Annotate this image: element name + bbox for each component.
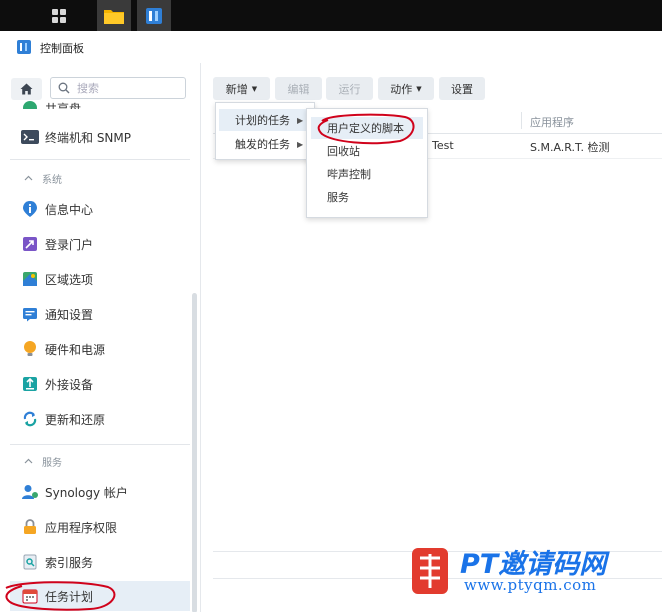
caret-down-icon: ▼: [251, 84, 258, 93]
info-icon: [21, 200, 39, 218]
control-panel-icon: [17, 40, 31, 54]
sidebar-item-regional[interactable]: 区域选项: [10, 264, 190, 294]
settings-label: 设置: [451, 82, 473, 96]
sidebar-item-label: 共享盘: [45, 102, 82, 109]
menu-item-label: 哔声控制: [327, 168, 371, 181]
watermark-url: www.ptyqm.com: [464, 576, 597, 594]
task-app-cell: S.M.A.R.T. 检测: [530, 141, 610, 154]
sidebar-item-terminal[interactable]: 终端机和 SNMP: [10, 122, 190, 152]
control-panel-taskbar-button[interactable]: [137, 0, 171, 31]
divider: [10, 159, 190, 160]
sidebar-item-label: 任务计划: [45, 589, 94, 604]
chevron-right-icon: ▶: [297, 115, 304, 125]
sidebar-item-indexing[interactable]: 索引服务: [10, 547, 190, 577]
home-button[interactable]: [11, 78, 42, 100]
run-label: 运行: [338, 82, 361, 96]
action-label: 动作: [390, 82, 413, 96]
calendar-icon: [21, 587, 39, 605]
window-title: 控制面板: [40, 42, 84, 55]
task-name-cell: . Test: [425, 139, 454, 152]
watermark: PT邀请码网 www.ptyqm.com: [404, 538, 662, 612]
menu-item-user-defined-script[interactable]: 用户定义的脚本: [311, 117, 423, 139]
sidebar-item-label: 登录门户: [45, 237, 94, 252]
menu-item-label: 触发的任务: [235, 138, 290, 151]
region-icon: [21, 270, 39, 288]
menu-item-beep-control[interactable]: 哔声控制: [311, 163, 423, 185]
section-label: 系统: [42, 174, 62, 186]
menu-item-label: 服务: [327, 191, 349, 204]
sidebar-item-label: 通知设置: [45, 307, 94, 322]
grid-icon: [52, 8, 66, 23]
sidebar-item-hardware-power[interactable]: 硬件和电源: [10, 334, 190, 364]
folder-icon: [104, 9, 124, 24]
external-device-icon: [21, 375, 39, 393]
sidebar-item-app-privileges[interactable]: 应用程序权限: [10, 512, 190, 542]
sidebar-item-login-portal[interactable]: 登录门户: [10, 229, 190, 259]
file-station-button[interactable]: [97, 0, 131, 31]
sidebar-item-info-center[interactable]: 信息中心: [10, 194, 190, 224]
index-icon: [21, 553, 39, 571]
menu-item-service[interactable]: 服务: [311, 186, 423, 208]
chevron-right-icon: ▶: [297, 139, 304, 149]
sidebar-item-label: Synology 帐户: [45, 485, 128, 500]
sidebar-scrollbar[interactable]: [192, 293, 197, 612]
watermark-logo: [412, 548, 448, 594]
edit-label: 编辑: [287, 82, 310, 96]
taskbar: [0, 0, 662, 31]
main-menu-button[interactable]: [40, 0, 78, 31]
chevron-up-icon: [24, 175, 33, 181]
sidebar-item-label: 区域选项: [45, 272, 94, 287]
sidebar-item-label: 应用程序权限: [45, 520, 118, 535]
sidebar-item-label: 更新和还原: [45, 412, 106, 427]
section-label: 服务: [42, 457, 62, 469]
action-button[interactable]: 动作 ▼: [378, 77, 434, 100]
lock-icon: [21, 518, 39, 536]
section-header-services[interactable]: 服务: [10, 450, 190, 472]
sidebar-item-label: 硬件和电源: [45, 342, 106, 357]
menu-item-recycle-bin[interactable]: 回收站: [311, 140, 423, 162]
share-icon: [21, 99, 39, 109]
login-portal-icon: [21, 235, 39, 253]
menu-item-label: 用户定义的脚本: [327, 122, 404, 135]
create-menu: 计划的任务 ▶ 触发的任务 ▶: [215, 102, 315, 160]
menu-item-triggered-task[interactable]: 触发的任务 ▶: [219, 133, 311, 155]
menu-item-label: 计划的任务: [235, 114, 290, 127]
sidebar-item-label: 外接设备: [45, 377, 94, 392]
create-label: 新增: [225, 82, 248, 96]
caret-down-icon: ▼: [416, 84, 422, 93]
window-titlebar[interactable]: 控制面板: [0, 31, 662, 63]
run-button[interactable]: 运行: [326, 77, 373, 100]
create-button[interactable]: 新增 ▼: [213, 77, 270, 100]
sidebar-item-label: 信息中心: [45, 202, 94, 217]
column-header-app[interactable]: 应用程序: [530, 114, 574, 130]
sidebar-item-label: 终端机和 SNMP: [45, 130, 131, 145]
settings-button[interactable]: 设置: [439, 77, 485, 100]
divider: [10, 444, 190, 445]
menu-item-scheduled-task[interactable]: 计划的任务 ▶: [219, 109, 311, 131]
sidebar-item-task-scheduler[interactable]: 任务计划: [10, 581, 190, 611]
sidebar-item-update-restore[interactable]: 更新和还原: [10, 404, 190, 434]
column-separator[interactable]: [521, 112, 522, 129]
update-restore-icon: [21, 410, 39, 428]
search-input[interactable]: [77, 80, 177, 96]
scheduled-task-submenu: 用户定义的脚本 回收站 哔声控制 服务: [306, 108, 428, 218]
menu-item-label: 回收站: [327, 145, 360, 158]
chevron-up-icon: [24, 458, 33, 464]
account-icon: [21, 483, 39, 501]
edit-button[interactable]: 编辑: [275, 77, 322, 100]
notification-icon: [21, 305, 39, 323]
search-box[interactable]: [50, 77, 186, 99]
sidebar-item-synology-account[interactable]: Synology 帐户: [10, 477, 190, 507]
terminal-icon: [21, 128, 39, 146]
sidebar-item-notification[interactable]: 通知设置: [10, 299, 190, 329]
hardware-power-icon: [21, 340, 39, 358]
sidebar-item-label: 索引服务: [45, 555, 94, 570]
control-panel-icon: [146, 7, 162, 24]
section-header-system[interactable]: 系统: [10, 167, 190, 189]
search-icon: [58, 82, 70, 94]
sidebar-item-external-devices[interactable]: 外接设备: [10, 369, 190, 399]
home-icon: [20, 83, 33, 95]
sidebar: 共享盘 终端机和 SNMP 系统 信息中心 登录门户 区域选项 通知设置 硬件和…: [0, 63, 201, 612]
